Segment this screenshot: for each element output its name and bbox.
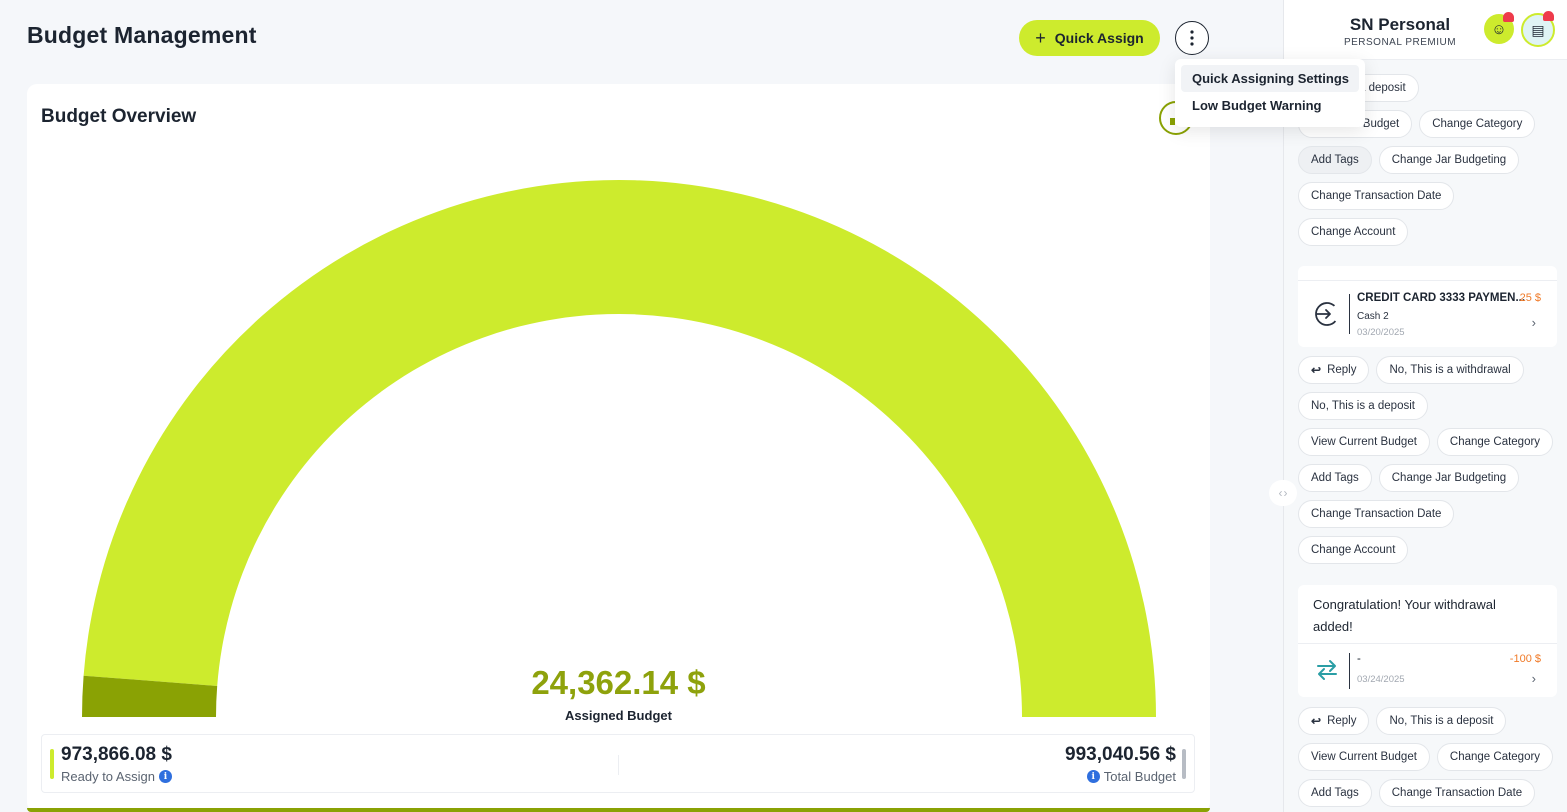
chip-reply[interactable]: ↩ Reply — [1298, 707, 1370, 735]
panel-resize-handle[interactable]: ‹ › — [1269, 480, 1297, 506]
budget-overview-card: Budget Overview 24,362.14 $ Assigned Bud… — [27, 84, 1210, 812]
chip-withdrawal[interactable]: No, This is a withdrawal — [1376, 356, 1524, 384]
account-header: SN Personal PERSONAL PREMIUM ☺ ▤ — [1284, 0, 1567, 60]
txn-amount: -100 $ — [1509, 653, 1541, 665]
txn-title: CREDIT CARD 3333 PAYMEN... — [1357, 292, 1526, 304]
main-area: Budget Management + Quick Assign Budget … — [0, 0, 1365, 812]
options-dropdown: Quick Assigning Settings Low Budget Warn… — [1175, 59, 1365, 127]
txn-title: - — [1357, 653, 1361, 665]
budget-gauge — [82, 179, 1157, 717]
ready-to-assign-label: Ready to Assign — [61, 769, 155, 784]
chip-view-budget[interactable]: View Current Budget — [1298, 428, 1430, 456]
budget-stats-bar: 973,866.08 $ Ready to Assign i 993,040.5… — [41, 734, 1195, 793]
chip-group-top-3: Add Tags Change Jar Budgeting Change Tra… — [1298, 146, 1560, 246]
reply-icon: ↩ — [1311, 363, 1322, 377]
card-accent-line — [27, 808, 1210, 812]
ready-to-assign-value: 973,866.08 $ — [61, 744, 172, 765]
stats-divider — [618, 755, 619, 775]
assigned-budget-value: 24,362.14 $ — [531, 664, 706, 701]
menu-item-quick-assigning-settings[interactable]: Quick Assigning Settings — [1181, 65, 1359, 92]
chevron-right-icon: › — [1283, 486, 1288, 500]
notification-badge — [1503, 12, 1514, 22]
page-title: Budget Management — [27, 22, 257, 48]
card-divider — [1298, 280, 1557, 281]
chevron-left-icon: ‹ — [1278, 486, 1283, 500]
menu-item-low-budget-warning[interactable]: Low Budget Warning — [1181, 92, 1359, 119]
account-plan: PERSONAL PREMIUM — [1343, 37, 1457, 48]
txn-date: 03/20/2025 — [1357, 327, 1405, 338]
chip-change-account[interactable]: Change Account — [1298, 218, 1409, 246]
txn-separator — [1349, 294, 1350, 334]
total-budget-label: Total Budget — [1103, 769, 1176, 784]
chip-add-tags[interactable]: Add Tags — [1298, 464, 1372, 492]
account-name: SN Personal — [1349, 15, 1451, 34]
quick-assign-label: Quick Assign — [1054, 30, 1144, 46]
chip-add-tags[interactable]: Add Tags — [1298, 146, 1372, 174]
chip-change-category[interactable]: Change Category — [1436, 428, 1554, 456]
chip-change-date[interactable]: Change Transaction Date — [1378, 779, 1536, 807]
chip-change-account[interactable]: Change Account — [1298, 536, 1409, 564]
reply-icon: ↩ — [1311, 714, 1322, 728]
more-options-button[interactable] — [1175, 21, 1209, 55]
info-icon[interactable]: i — [158, 770, 172, 783]
gauge-remaining-arc — [83, 179, 1157, 717]
chip-change-category[interactable]: Change Category — [1419, 110, 1536, 138]
chip-add-tags[interactable]: Add Tags — [1298, 779, 1372, 807]
transaction-card[interactable]: CREDIT CARD 3333 PAYMEN... 25 $ Cash 2 0… — [1298, 266, 1557, 347]
chip-reply[interactable]: ↩ Reply — [1298, 356, 1370, 384]
chip-reply-label: Reply — [1327, 715, 1357, 727]
chip-change-date[interactable]: Change Transaction Date — [1298, 182, 1455, 210]
chip-change-date[interactable]: Change Transaction Date — [1298, 500, 1455, 528]
kebab-menu-icon — [1190, 30, 1194, 46]
notification-badge — [1543, 11, 1554, 21]
txn-date: 03/24/2025 — [1357, 674, 1405, 685]
chevron-right-icon: › — [1531, 315, 1536, 330]
chip-deposit[interactable]: No, This is a deposit — [1298, 392, 1428, 420]
total-budget-label-row: i Total Budget — [1086, 769, 1176, 784]
transfer-in-icon — [1314, 301, 1340, 327]
txn-amount: 25 $ — [1519, 292, 1541, 304]
card-divider — [1298, 643, 1557, 644]
assistant-message-card: Congratulation! Your withdrawal added! -… — [1298, 585, 1557, 697]
chip-reply-label: Reply — [1327, 364, 1357, 376]
ready-to-assign-label-row: Ready to Assign i — [61, 769, 172, 784]
chip-group-mid: ↩ Reply No, This is a withdrawal No, This… — [1298, 356, 1560, 564]
chevron-right-icon[interactable]: › — [1532, 671, 1536, 686]
chip-change-category[interactable]: Change Category — [1436, 743, 1554, 771]
total-budget-value: 993,040.56 $ — [1065, 744, 1176, 765]
total-indicator — [1182, 749, 1186, 779]
chip-change-jar[interactable]: Change Jar Budgeting — [1378, 464, 1520, 492]
txn-separator — [1349, 653, 1350, 689]
quick-assign-button[interactable]: + Quick Assign — [1019, 20, 1160, 56]
chip-group-bottom: ↩ Reply No, This is a deposit View Curren… — [1298, 707, 1560, 807]
assistant-message: Congratulation! Your withdrawal added! — [1313, 597, 1496, 634]
info-icon[interactable]: i — [1086, 770, 1100, 783]
chip-view-budget[interactable]: View Current Budget — [1298, 743, 1430, 771]
txn-account: Cash 2 — [1357, 311, 1389, 322]
swap-icon — [1314, 657, 1340, 683]
chip-change-jar[interactable]: Change Jar Budgeting — [1378, 146, 1520, 174]
assigned-budget-label: Assigned Budget — [565, 708, 672, 723]
plus-icon: + — [1035, 28, 1046, 48]
chip-deposit[interactable]: No, This is a deposit — [1376, 707, 1507, 735]
ready-indicator — [50, 749, 54, 779]
